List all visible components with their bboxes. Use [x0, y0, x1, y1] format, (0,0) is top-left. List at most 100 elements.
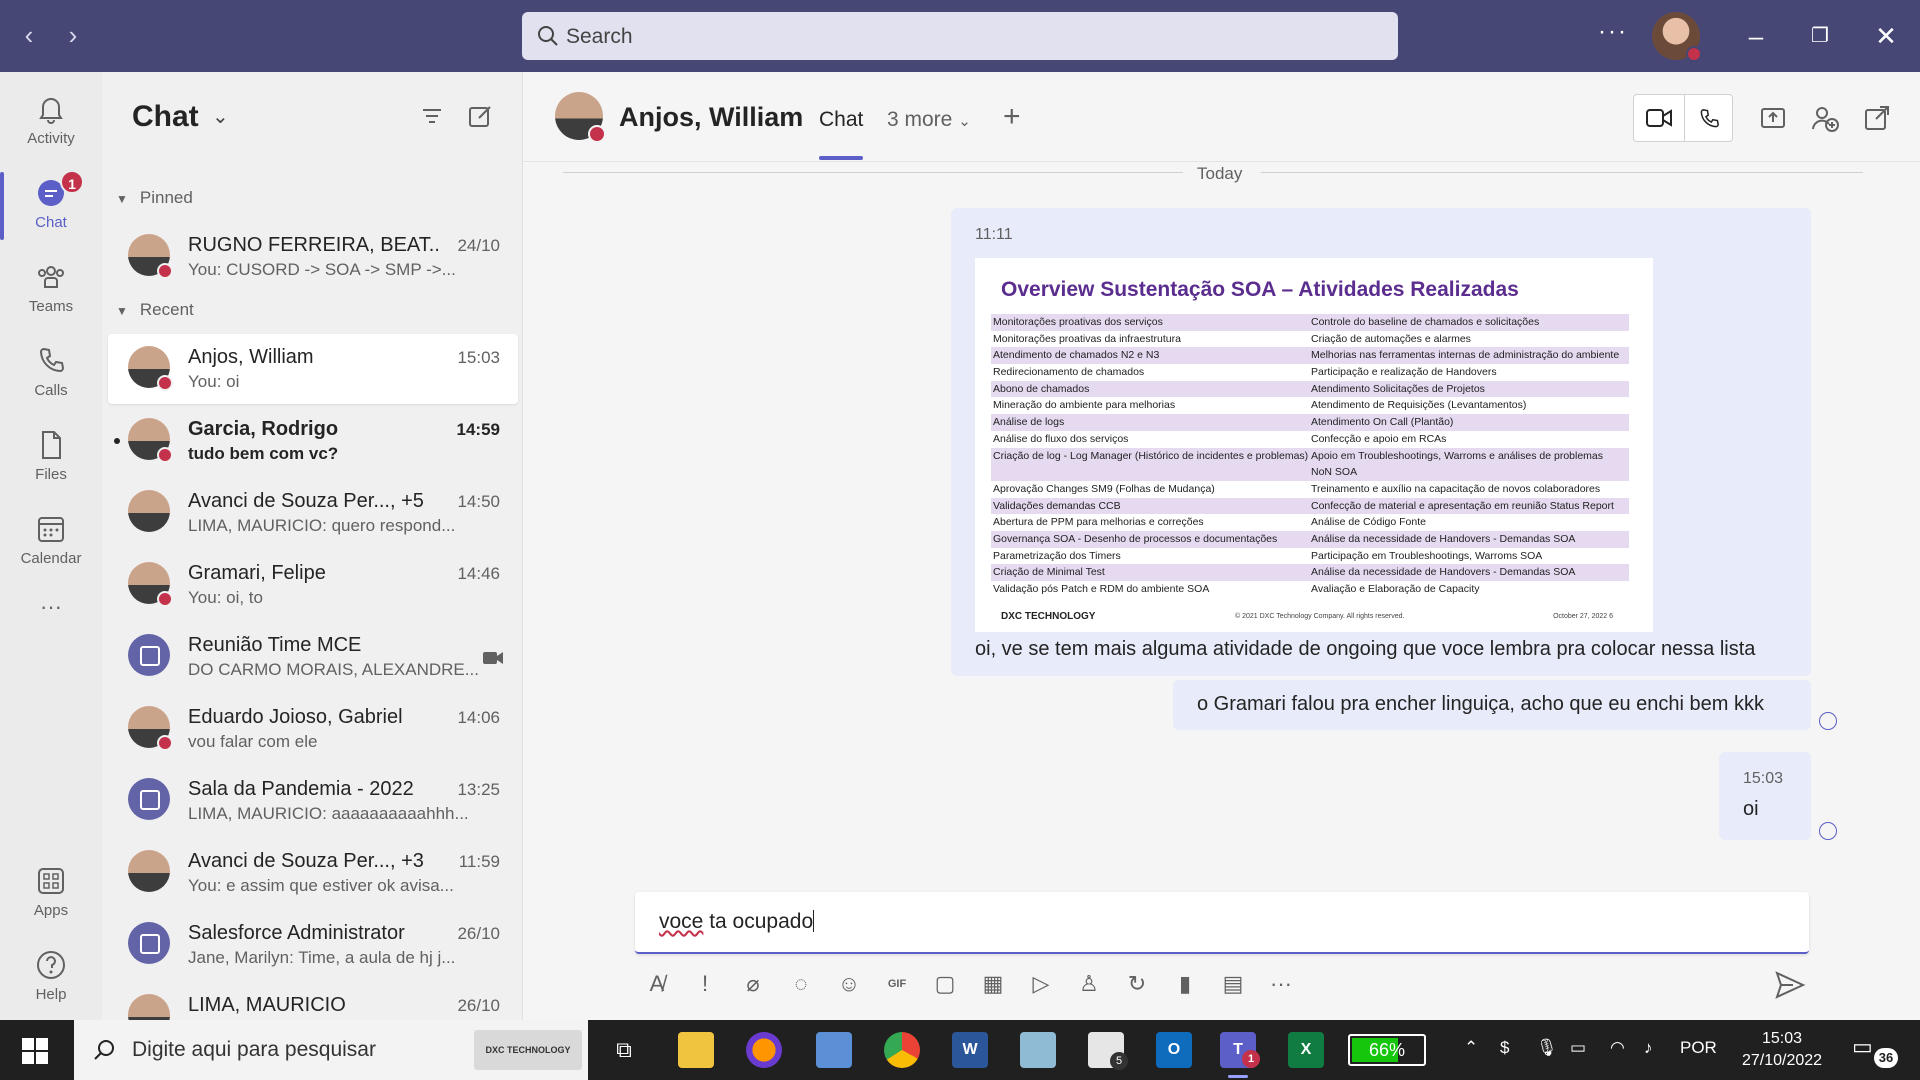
message-bubble-sent[interactable]: o Gramari falou pra encher linguiça, ach…: [1173, 680, 1811, 730]
message-compose-box[interactable]: voce ta ocupado: [635, 892, 1809, 954]
windows-start-icon[interactable]: [22, 1038, 48, 1064]
remote-desktop-icon[interactable]: [816, 1032, 852, 1068]
search-input[interactable]: Search: [522, 12, 1398, 60]
chat-row[interactable]: Garcia, Rodrigo tudo bem com vc? 14:59: [108, 406, 518, 476]
attached-slide-image[interactable]: Overview Sustentação SOA – Atividades Re…: [975, 258, 1653, 632]
rail-apps[interactable]: Apps: [0, 854, 102, 934]
apps-icon: [38, 868, 64, 894]
stream-icon[interactable]: ▷: [1025, 968, 1057, 1000]
profile-avatar[interactable]: [1652, 12, 1702, 62]
more-tabs-dropdown[interactable]: 3 more ⌄: [887, 108, 971, 132]
app-tray-icon[interactable]: $: [1500, 1038, 1509, 1058]
audio-call-icon[interactable]: [1696, 106, 1722, 132]
video-call-icon[interactable]: [1646, 107, 1672, 129]
mail-icon[interactable]: 5: [1088, 1032, 1128, 1070]
forward-arrow-icon[interactable]: ›: [58, 20, 88, 50]
taskbar-search-input[interactable]: Digite aqui para pesquisar DXC TECHNOLOG…: [74, 1020, 588, 1080]
notifications-icon[interactable]: ▭ 36: [1852, 1034, 1898, 1068]
rail-files[interactable]: Files: [0, 418, 102, 498]
presence-busy-icon: [157, 447, 173, 463]
format-icon[interactable]: A̸: [641, 968, 673, 1000]
message-text: oi: [1743, 798, 1759, 820]
slide-cell: Abono de chamados: [991, 380, 1311, 398]
chat-badge: 1: [60, 170, 84, 194]
wifi-icon[interactable]: ◠: [1610, 1038, 1625, 1058]
chat-row-meeting[interactable]: Salesforce Administrator Jane, Marilyn: …: [108, 910, 518, 980]
chat-row-meeting[interactable]: Sala da Pandemia - 2022 LIMA, MAURICIO: …: [108, 766, 518, 836]
chat-row[interactable]: LIMA, MAURICIO 26/10: [108, 982, 518, 1020]
file-explorer-icon[interactable]: [678, 1032, 714, 1068]
chat-row[interactable]: Gramari, Felipe You: oi, to 14:46: [108, 550, 518, 620]
slide-cell: Participação em Troubleshootings, Warrom…: [1311, 549, 1543, 562]
rail-more-apps-icon[interactable]: ···: [0, 594, 102, 634]
tab-chat[interactable]: Chat: [819, 108, 863, 132]
chat-row[interactable]: Avanci de Souza Per..., +5 LIMA, MAURICI…: [108, 478, 518, 548]
slide-cell: Análise da necessidade de Handovers - De…: [1309, 564, 1629, 581]
chat-row-meeting[interactable]: Reunião Time MCE DO CARMO MORAIS, ALEXAN…: [108, 622, 518, 692]
pop-out-icon[interactable]: [1863, 104, 1891, 132]
sticker-icon[interactable]: ▢: [929, 968, 961, 1000]
forms-icon[interactable]: ▤: [1217, 968, 1249, 1000]
rail-chat[interactable]: Chat 1: [0, 166, 102, 246]
settings-more-button[interactable]: ···: [1598, 18, 1628, 46]
rail-calendar[interactable]: Calendar: [0, 502, 102, 582]
restore-icon[interactable]: ❐: [1800, 16, 1840, 56]
chevron-up-icon[interactable]: ⌃: [1464, 1038, 1478, 1058]
message-bubble-sent[interactable]: 15:03 oi: [1719, 752, 1811, 840]
updates-icon[interactable]: ↻: [1121, 968, 1153, 1000]
chat-row[interactable]: Anjos, William You: oi 15:03: [108, 334, 518, 404]
approvals-icon[interactable]: ▮: [1169, 968, 1201, 1000]
battery-icon[interactable]: ▭: [1570, 1038, 1586, 1058]
add-tab-icon[interactable]: +: [1003, 100, 1021, 134]
gif-icon[interactable]: GIF: [881, 968, 913, 1000]
chrome-icon[interactable]: [884, 1032, 920, 1068]
clock-time: 15:03: [1761, 1030, 1803, 1047]
recent-section-header[interactable]: ▼ Recent: [116, 300, 194, 320]
system-clock[interactable]: 15:03 27/10/2022: [1734, 1028, 1830, 1072]
emoji-icon[interactable]: ☺: [833, 968, 865, 1000]
notepad-icon[interactable]: [1020, 1032, 1056, 1068]
attach-icon[interactable]: ⌀: [737, 968, 769, 1000]
rail-help[interactable]: Help: [0, 938, 102, 1018]
contact-name[interactable]: Anjos, William: [619, 102, 803, 133]
praise-icon[interactable]: ♙: [1073, 968, 1105, 1000]
word-icon[interactable]: W: [952, 1032, 988, 1068]
message-bubble-sent[interactable]: 11:11 Overview Sustentação SOA – Ativida…: [951, 208, 1811, 676]
contact-avatar[interactable]: [555, 92, 606, 143]
chat-row[interactable]: Avanci de Souza Per..., +3 You: e assim …: [108, 838, 518, 908]
rail-calls[interactable]: Calls: [0, 334, 102, 414]
language-indicator[interactable]: POR: [1680, 1038, 1717, 1058]
compose-text-rest: ta ocupado: [703, 910, 814, 933]
schedule-meeting-icon[interactable]: ▦: [977, 968, 1009, 1000]
filter-icon[interactable]: [418, 102, 446, 130]
chat-list-title: Chat: [132, 100, 199, 133]
minimize-icon[interactable]: –: [1736, 16, 1776, 56]
outlook-icon[interactable]: O: [1156, 1032, 1192, 1068]
rail-activity[interactable]: Activity: [0, 82, 102, 162]
task-view-icon[interactable]: ⧉: [606, 1032, 642, 1068]
close-icon[interactable]: ✕: [1866, 16, 1906, 56]
chat-preview: LIMA, MAURICIO: aaaaaaaaaahhh...: [188, 804, 469, 823]
share-screen-icon[interactable]: [1759, 104, 1787, 132]
chat-row-pinned[interactable]: RUGNO FERREIRA, BEAT... You: CUSORD -> S…: [108, 222, 518, 292]
important-icon[interactable]: !: [689, 968, 721, 1000]
send-icon[interactable]: [1773, 968, 1807, 1002]
excel-icon[interactable]: X: [1288, 1032, 1324, 1068]
firefox-icon[interactable]: [746, 1032, 782, 1068]
add-people-icon[interactable]: [1811, 104, 1839, 132]
teams-taskbar-icon[interactable]: T1: [1220, 1032, 1260, 1078]
volume-icon[interactable]: ♪: [1644, 1038, 1653, 1058]
new-chat-icon[interactable]: [466, 102, 494, 130]
chat-row[interactable]: Eduardo Joioso, Gabriel vou falar com el…: [108, 694, 518, 764]
loop-component-icon[interactable]: ◌: [785, 968, 817, 1000]
more-options-icon[interactable]: ···: [1265, 968, 1297, 1000]
divider: [1684, 95, 1685, 141]
back-arrow-icon[interactable]: ‹: [14, 20, 44, 50]
chat-time: 14:46: [457, 564, 500, 583]
chevron-down-icon[interactable]: ⌄: [212, 104, 229, 129]
rail-teams[interactable]: Teams: [0, 250, 102, 330]
rail-label: Calendar: [20, 550, 82, 567]
battery-meter[interactable]: 66%: [1348, 1034, 1426, 1066]
pinned-section-header[interactable]: ▼ Pinned: [116, 188, 193, 208]
microphone-icon[interactable]: 🎙: [1536, 1038, 1558, 1058]
